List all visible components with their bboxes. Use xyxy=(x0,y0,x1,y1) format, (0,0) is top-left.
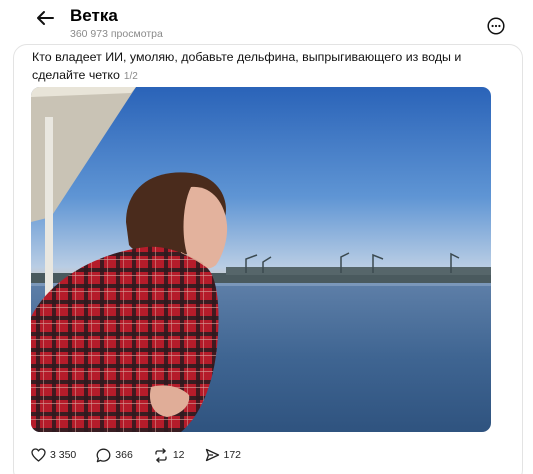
share-count: 172 xyxy=(223,449,242,461)
share-button[interactable]: 172 xyxy=(205,448,242,462)
send-icon xyxy=(205,448,219,462)
reply-button[interactable]: 366 xyxy=(96,448,133,463)
arrow-left-icon xyxy=(37,11,54,25)
like-count: 3 350 xyxy=(50,449,77,461)
header: Ветка 360 973 просмотра xyxy=(0,0,533,48)
back-button[interactable] xyxy=(33,6,57,30)
comment-icon xyxy=(96,448,111,462)
page-title: Ветка xyxy=(70,6,118,25)
post-actions: 3 350 366 12 172 xyxy=(31,446,261,464)
post-text: Кто владеет ИИ, умоляю, добавьте дельфин… xyxy=(32,48,502,86)
post-photo[interactable] xyxy=(31,87,491,432)
like-button[interactable]: 3 350 xyxy=(31,448,76,462)
repost-count: 12 xyxy=(172,449,185,461)
page-indicator: 1/2 xyxy=(123,71,138,82)
repost-button[interactable]: 12 xyxy=(153,447,185,463)
view-count: 360 973 просмотра xyxy=(70,28,163,40)
photo-image xyxy=(31,87,491,432)
reply-count: 366 xyxy=(115,449,133,461)
heart-icon xyxy=(31,448,46,462)
more-circle-icon xyxy=(487,17,505,35)
repost-icon xyxy=(155,447,167,463)
thread-page: Ветка 360 973 просмотра Кто владеет ИИ, … xyxy=(0,0,533,474)
post-body: Кто владеет ИИ, умоляю, добавьте дельфин… xyxy=(32,50,462,82)
more-button[interactable] xyxy=(487,17,505,35)
title-block: Ветка 360 973 просмотра xyxy=(70,6,163,41)
